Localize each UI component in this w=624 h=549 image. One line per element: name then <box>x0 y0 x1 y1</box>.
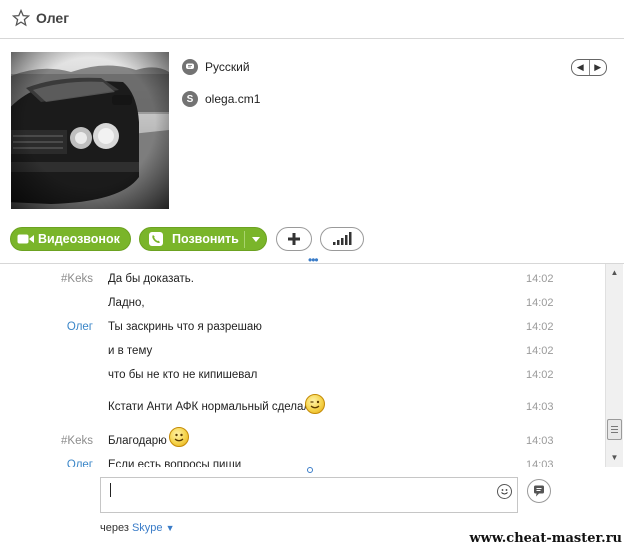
language-value: Русский <box>205 60 250 74</box>
chat-message: Олег Если есть вопросы пиши 14:03 <box>0 459 605 467</box>
message-text: Благодарю <box>108 435 167 447</box>
message-author[interactable]: Олег <box>67 459 93 467</box>
conversation-header <box>0 0 624 39</box>
skype-name-value: olega.cm1 <box>205 92 261 106</box>
message-time: 14:02 <box>526 345 554 357</box>
contact-name: Олег <box>36 10 70 26</box>
message-input[interactable] <box>100 477 518 513</box>
message-text: Если есть вопросы пиши <box>108 459 242 467</box>
chevron-left-icon[interactable]: ◀ <box>572 60 589 75</box>
chevron-down-icon[interactable]: ▼ <box>166 523 175 533</box>
chevron-right-icon[interactable]: ▶ <box>588 60 607 75</box>
skype-name-row: S olega.cm1 <box>182 90 260 108</box>
send-via-selector[interactable]: через Skype ▼ <box>100 522 175 534</box>
add-participant-button[interactable] <box>276 227 312 251</box>
message-time: 14:03 <box>526 435 554 447</box>
watermark: www.cheat-master.ru <box>469 531 622 546</box>
message-author[interactable]: #Keks <box>61 435 93 447</box>
chat-scrollbar[interactable]: ▲ ▼ <box>605 264 623 467</box>
scroll-up-arrow-icon[interactable]: ▲ <box>606 266 623 278</box>
video-call-label: Видеозвонок <box>38 232 120 246</box>
message-time: 14:03 <box>526 401 554 413</box>
chat-message: что бы не кто не кипишевал 14:02 <box>0 369 605 387</box>
chat-message: Кстати Анти АФК нормальный сделал 14:03 <box>0 401 605 419</box>
favorite-star-icon[interactable] <box>12 9 30 27</box>
profile-pager: ◀ ▶ <box>571 59 607 76</box>
message-time: 14:02 <box>526 369 554 381</box>
message-text: Кстати Анти АФК нормальный сделал <box>108 401 311 413</box>
chat-message: Ладно, 14:02 <box>0 297 605 315</box>
scroll-thumb[interactable] <box>607 419 622 440</box>
send-message-button[interactable] <box>527 479 551 503</box>
chat-message: #Keks Благодарю 14:03 <box>0 435 605 453</box>
smile-emoticon-icon <box>169 427 189 447</box>
call-label: Позвонить <box>172 232 239 246</box>
chat-message: Олег Ты заскринь что я разрешаю 14:02 <box>0 321 605 339</box>
skype-logo-icon: S <box>182 91 198 107</box>
message-author[interactable]: Олег <box>67 321 93 333</box>
message-time: 14:03 <box>526 459 554 467</box>
message-time: 14:02 <box>526 297 554 309</box>
message-text: что бы не кто не кипишевал <box>108 369 258 381</box>
message-text: Да бы доказать. <box>108 273 194 285</box>
call-button[interactable]: Позвонить <box>139 227 267 251</box>
message-text: Ладно, <box>108 297 145 309</box>
chat-message: и в тему 14:02 <box>0 345 605 363</box>
call-quality-button[interactable] <box>320 227 364 251</box>
message-time: 14:02 <box>526 321 554 333</box>
profile-picture <box>11 52 169 209</box>
scroll-down-arrow-icon[interactable]: ▼ <box>606 451 623 463</box>
signal-bars-icon <box>333 232 352 245</box>
chat-message: #Keks Да бы доказать. 14:02 <box>0 273 605 291</box>
message-text: Ты заскринь что я разрешаю <box>108 321 262 333</box>
emoticon-picker-icon[interactable] <box>497 484 512 499</box>
chat-bubble-icon <box>182 59 198 75</box>
wink-emoticon-icon <box>305 394 325 414</box>
plus-icon <box>288 233 300 245</box>
chevron-down-icon[interactable] <box>250 232 262 246</box>
send-bubble-icon <box>534 485 544 497</box>
via-service[interactable]: Skype <box>132 522 163 534</box>
video-camera-icon <box>17 234 34 244</box>
language-row: Русский <box>182 58 250 76</box>
input-resize-handle[interactable] <box>307 467 313 473</box>
text-caret <box>110 483 111 497</box>
phone-icon <box>149 232 163 246</box>
message-text: и в тему <box>108 345 153 357</box>
message-time: 14:02 <box>526 273 554 285</box>
message-author[interactable]: #Keks <box>61 273 93 285</box>
via-label: через <box>100 522 129 534</box>
chat-history[interactable]: #Keks Да бы доказать. 14:02 Ладно, 14:02… <box>0 264 605 467</box>
video-call-button[interactable]: Видеозвонок <box>10 227 131 251</box>
